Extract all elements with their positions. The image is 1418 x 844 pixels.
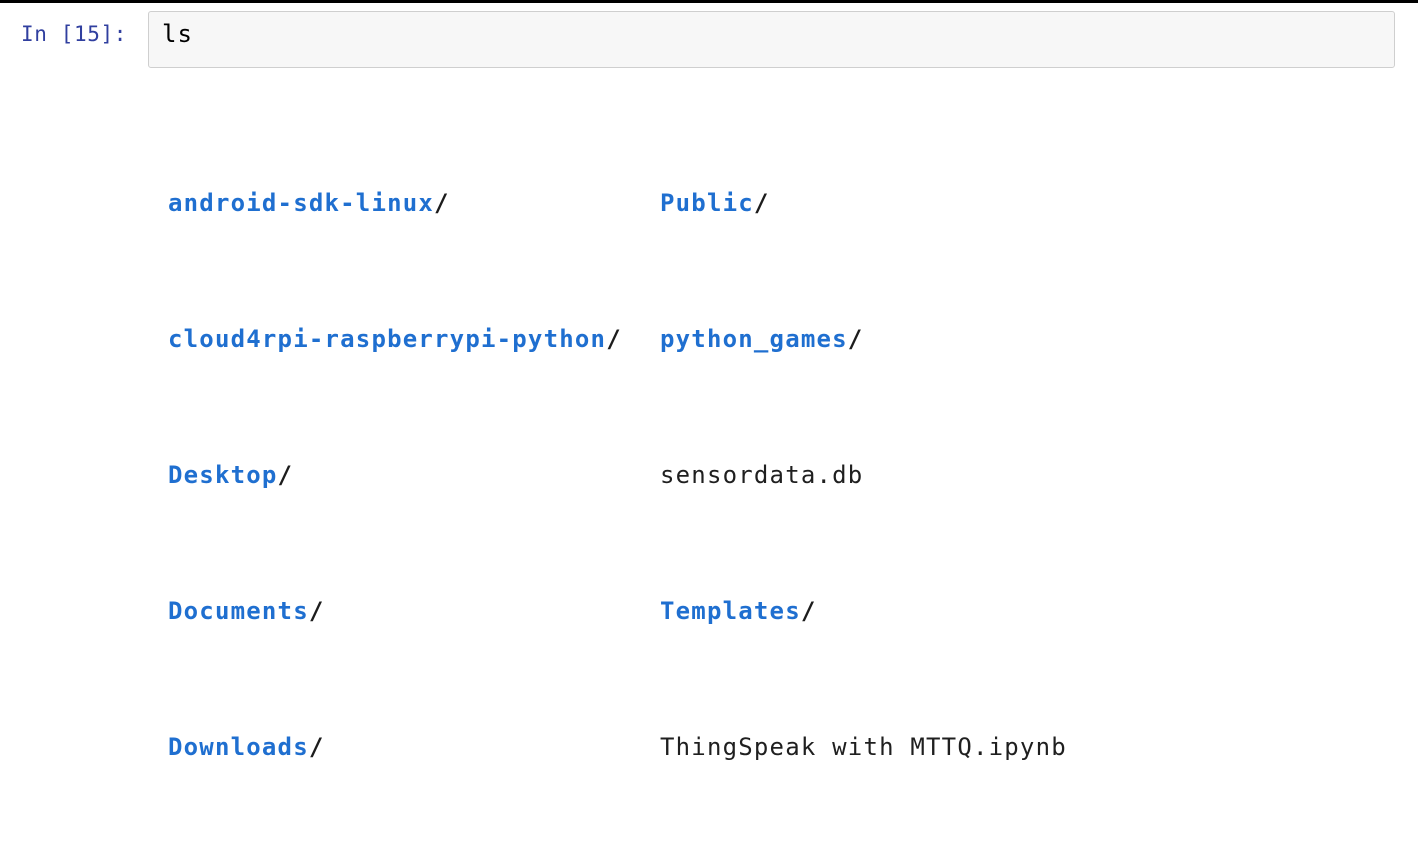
output-entry: Templates/	[660, 594, 817, 628]
output-entry: python_games/	[660, 322, 863, 356]
entry-name: Desktop	[168, 461, 278, 489]
output-entry: ThingSpeak with MTTQ.ipynb	[660, 730, 1067, 764]
output-row: Documents/ Templates/	[168, 594, 1286, 628]
entry-name: sensordata.db	[660, 461, 864, 489]
input-prompt: In [15]:	[21, 22, 127, 46]
entry-name: Public	[660, 189, 754, 217]
entry-suffix: /	[800, 597, 817, 625]
entry-name: Downloads	[168, 733, 309, 761]
output-row: Downloads/ ThingSpeak with MTTQ.ipynb	[168, 730, 1286, 764]
output-entry: Public/	[660, 186, 770, 220]
entry-suffix: /	[606, 325, 622, 353]
output-entry: android-sdk-linux/	[168, 186, 660, 220]
output-entry: Desktop/	[168, 458, 660, 492]
output-entry: cloud4rpi-raspberrypi-python/	[168, 322, 660, 356]
entry-name: Documents	[168, 597, 309, 625]
entry-name: android-sdk-linux	[168, 189, 435, 217]
output-row: cloud4rpi-raspberrypi-python/ python_gam…	[168, 322, 1286, 356]
entry-suffix: /	[753, 189, 770, 217]
output-entry: Documents/	[168, 594, 660, 628]
code-input-area[interactable]: ls	[148, 11, 1395, 68]
entry-suffix: /	[308, 733, 325, 761]
entry-name: cloud4rpi-raspberrypi-python	[168, 325, 607, 353]
output-entry: sensordata.db	[660, 458, 863, 492]
entry-name: ThingSpeak with MTTQ.ipynb	[660, 733, 1067, 761]
output-row: android-sdk-linux/ Public/	[168, 186, 1286, 220]
entry-suffix: /	[434, 189, 450, 217]
output-entry: Downloads/	[168, 730, 660, 764]
entry-suffix: /	[847, 325, 864, 353]
entry-suffix: /	[277, 461, 294, 489]
output-row: Desktop/ sensordata.db	[168, 458, 1286, 492]
top-border	[0, 0, 1418, 3]
entry-suffix: /	[308, 597, 325, 625]
entry-name: python_games	[660, 325, 848, 353]
code-text: ls	[162, 20, 193, 48]
cell-output: android-sdk-linux/ Public/ cloud4rpi-ras…	[168, 84, 1286, 844]
entry-name: Templates	[660, 597, 801, 625]
